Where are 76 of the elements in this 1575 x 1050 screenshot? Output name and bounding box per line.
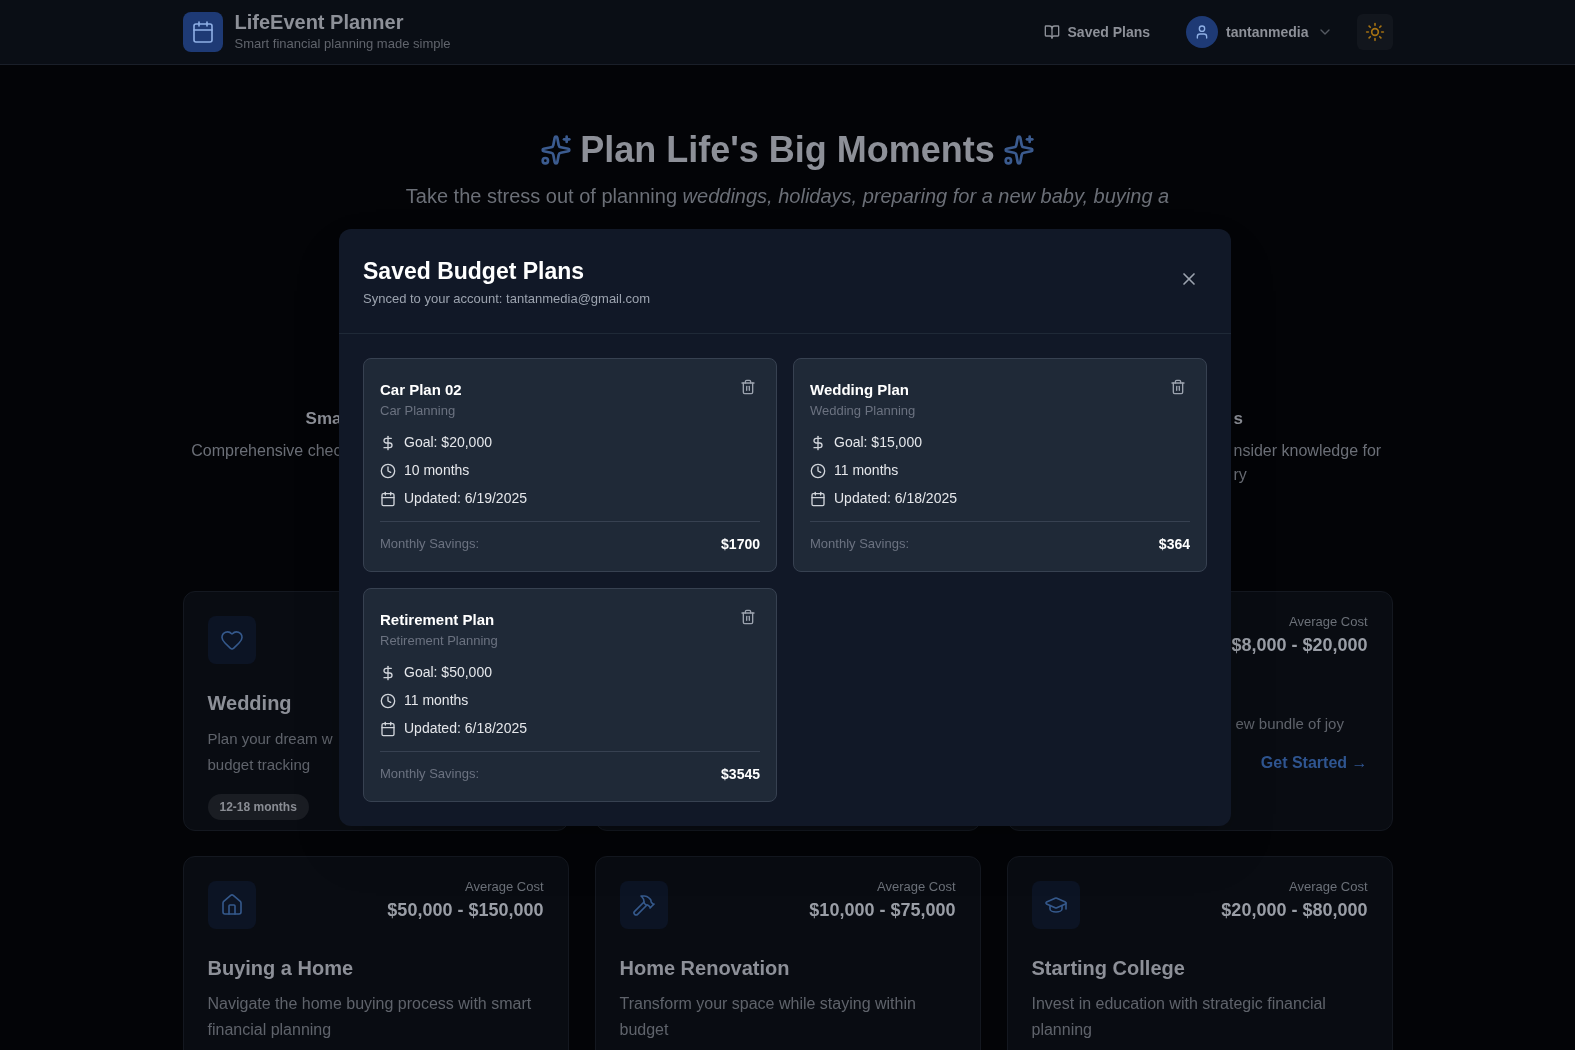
app-tagline: Smart financial planning made simple (234, 35, 451, 54)
savings-amount: $364 (1158, 534, 1190, 554)
feature-text: nsider knowledge for (1233, 441, 1382, 461)
avatar-icon (1186, 16, 1219, 48)
clock-icon (380, 692, 396, 709)
savings-label: Monthly Savings: (810, 535, 909, 554)
plan-detail: 10 months (404, 461, 470, 480)
plan-detail: Goal: $50,000 (404, 663, 492, 682)
cost-label: Average Cost (1288, 613, 1368, 631)
plan-detail: Updated: 6/19/2025 (404, 489, 527, 508)
plan-category: Retirement Planning (380, 632, 498, 650)
dialog-title: Saved Budget Plans (363, 257, 586, 285)
sun-icon (1364, 22, 1385, 42)
plan-detail: 11 months (834, 461, 899, 480)
hammer-icon (619, 881, 668, 929)
savings-label: Monthly Savings: (380, 535, 479, 554)
event-description: ew bundle of joy (1235, 713, 1344, 734)
plan-card[interactable]: Retirement Plan Retirement Planning Goal: $50,000 11 months Updated: 6/18/2025 Monthly Savings: $3545 (363, 587, 777, 802)
theme-toggle-button[interactable] (1356, 14, 1393, 50)
delete-button[interactable] (740, 378, 756, 395)
cost-label: Average Cost (464, 878, 544, 896)
feature-text: ry (1233, 465, 1247, 485)
plan-detail: Goal: $15,000 (834, 433, 922, 452)
plan-card[interactable]: Car Plan 02 Car Planning Goal: $20,000 10 months Updated: 6/19/2025 Monthly Savings: $1700 (363, 357, 777, 572)
calendar-icon (380, 490, 396, 507)
clock-icon (810, 462, 826, 479)
event-title: Starting College (1031, 956, 1185, 981)
event-title: Home Renovation (619, 956, 790, 981)
user-menu[interactable]: tantanmedia (1186, 16, 1333, 48)
cost-range: $50,000 - $150,000 (387, 898, 544, 922)
plan-name: Car Plan 02 (380, 379, 462, 400)
plan-detail: Goal: $20,000 (404, 433, 492, 452)
dollar-icon (810, 434, 826, 451)
event-description: Plan your dream w (207, 729, 333, 749)
hero-subtitle: Take the stress out of planning weddings, holidays, preparing for a new baby, buying a (404, 184, 1171, 209)
graduation-cap-icon (1031, 881, 1080, 929)
cost-range: $20,000 - $80,000 (1221, 898, 1368, 922)
cost-label: Average Cost (876, 878, 956, 896)
app-title: LifeEvent Planner (234, 10, 405, 35)
event-description: Navigate the home buying process with smart financial planning (207, 994, 533, 1040)
savings-amount: $1700 (721, 534, 760, 554)
event-description: budget tracking (207, 755, 311, 775)
dialog-subtitle: Synced to your account: tantanmedia@gmail.com (363, 290, 651, 308)
book-icon (1043, 24, 1060, 40)
savings-label: Monthly Savings: (380, 765, 479, 784)
plan-name: Retirement Plan (380, 609, 496, 630)
sparkles-icon (540, 134, 573, 166)
duration-badge: 12-18 months (207, 794, 309, 820)
cost-range: $8,000 - $20,000 (1231, 633, 1368, 657)
calendar-logo-icon (182, 12, 223, 52)
plan-name: Wedding Plan (810, 379, 910, 400)
plan-detail: Updated: 6/18/2025 (404, 719, 527, 738)
plan-category: Wedding Planning (810, 402, 916, 420)
plan-category: Car Planning (380, 402, 457, 420)
calendar-icon (810, 490, 826, 507)
house-icon (207, 881, 256, 929)
dollar-icon (380, 664, 396, 681)
hero-title: Plan Life's Big Moments (580, 128, 995, 172)
clock-icon (380, 462, 396, 479)
event-title: Buying a Home (207, 956, 354, 981)
calendar-icon (380, 720, 396, 737)
saved-plans-button[interactable]: Saved Plans (1031, 13, 1163, 51)
cost-label: Average Cost (1288, 878, 1368, 896)
plan-detail: 11 months (404, 691, 469, 710)
plan-detail: Updated: 6/18/2025 (834, 489, 957, 508)
savings-amount: $3545 (721, 764, 760, 784)
plan-card[interactable]: Wedding Plan Wedding Planning Goal: $15,000 11 months Updated: 6/18/2025 Monthly Savings: $364 (793, 357, 1207, 572)
event-description: Invest in education with strategic financial planning (1031, 994, 1327, 1040)
feature-heading: s (1233, 408, 1243, 430)
sparkles-icon (1002, 134, 1035, 166)
delete-button[interactable] (1170, 378, 1186, 395)
delete-button[interactable] (740, 608, 756, 625)
cost-range: $10,000 - $75,000 (809, 898, 956, 922)
dollar-icon (380, 434, 396, 451)
event-description: Transform your space while staying within budget (619, 994, 917, 1040)
event-title: Wedding (207, 691, 292, 716)
